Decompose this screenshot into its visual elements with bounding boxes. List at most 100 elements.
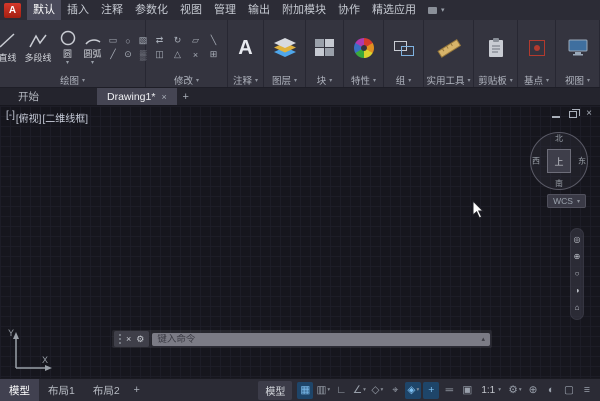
ribbon-tab-parametric[interactable]: 参数化 (129, 0, 174, 20)
ribbon-tab-featured-apps[interactable]: 精选应用 (366, 0, 422, 20)
panel-basepoint-title[interactable]: 基点 ▾ (518, 73, 555, 87)
panel-utilities-title[interactable]: 实用工具 ▾ (424, 73, 473, 87)
close-icon[interactable]: × (586, 109, 592, 119)
ribbon-tab-insert[interactable]: 插入 (61, 0, 95, 20)
new-drawing-button[interactable]: + (177, 88, 195, 105)
viewcube-south[interactable]: 南 (555, 178, 563, 189)
ribbon-tab-collaborate[interactable]: 协作 (332, 0, 366, 20)
panel-block-title[interactable]: 块 ▾ (306, 73, 343, 87)
panel-layers-title[interactable]: 图层 ▾ (264, 73, 305, 87)
drag-handle-icon[interactable] (119, 334, 121, 344)
isolate-objects-button[interactable]: ◐ (543, 382, 559, 399)
tab-drawing1[interactable]: Drawing1* × (97, 88, 177, 105)
orbit-icon[interactable]: ◑ (575, 287, 580, 295)
ribbon-tab-addins[interactable]: 附加模块 (276, 0, 332, 20)
selection-cycling-toggle[interactable]: ▣ (459, 382, 475, 399)
viewcube-east[interactable]: 东 (578, 156, 586, 167)
customize-wrench-icon[interactable]: ⚙ (136, 335, 144, 344)
copy-tool-icon[interactable]: ◫ (152, 49, 168, 61)
layout-tab-layout2[interactable]: 布局2 (84, 379, 129, 401)
close-icon[interactable]: × (126, 335, 131, 344)
trim-tool-icon[interactable]: ╲ (206, 35, 222, 47)
arc-button[interactable]: 圆弧 ▾ (82, 29, 104, 67)
zoom-icon[interactable]: ○ (575, 270, 580, 278)
showmotion-icon[interactable]: ⌂ (575, 304, 580, 312)
snap-mode-toggle[interactable]: ▥ ▾ (315, 382, 331, 399)
drawing-canvas[interactable]: [-] [俯视] [二维线框] × 北 南 西 东 上 WCS ▾ ◎ ⊕ ○ … (0, 106, 600, 378)
group-icon[interactable] (393, 38, 415, 57)
rectangle-tool-icon[interactable]: ▭ (107, 35, 120, 47)
wcs-menu[interactable]: WCS ▾ (547, 194, 586, 208)
clean-screen-button[interactable]: ▢ (561, 382, 577, 399)
ribbon-tab-manage[interactable]: 管理 (208, 0, 242, 20)
chevron-down-icon: ▾ (255, 77, 258, 84)
point-tool-icon[interactable]: ⊙ (122, 49, 135, 61)
viewcube-west[interactable]: 西 (532, 156, 540, 167)
layout-tab-layout1[interactable]: 布局1 (39, 379, 84, 401)
navigation-wheel-icon[interactable]: ◎ (574, 236, 581, 244)
panel-annotate-title[interactable]: 注释 ▾ (228, 73, 263, 87)
polar-tracking-toggle[interactable]: ∠ ▾ (351, 382, 367, 399)
grid-display-toggle[interactable]: ▦ (297, 382, 313, 399)
panel-draw-title[interactable]: 绘图 ▾ (0, 73, 145, 87)
polyline-button[interactable]: 多段线 (22, 31, 53, 65)
command-history-icon[interactable]: ▴ (481, 335, 485, 343)
mirror-tool-icon[interactable]: △ (170, 49, 186, 61)
ribbon-tab-output[interactable]: 输出 (242, 0, 276, 20)
text-tool-icon[interactable]: A (238, 37, 252, 59)
isometric-drafting-toggle[interactable]: ◇ ▾ (369, 382, 385, 399)
command-input[interactable] (157, 334, 481, 345)
block-icon[interactable] (314, 38, 335, 57)
close-icon[interactable]: × (161, 92, 166, 102)
clipboard-icon[interactable] (486, 37, 506, 58)
xline-tool-icon[interactable]: ╱ (107, 49, 120, 61)
app-logo[interactable]: A (4, 3, 21, 18)
customization-button[interactable]: ≡ (579, 382, 595, 399)
stretch-tool-icon[interactable]: ▱ (188, 35, 204, 47)
measure-ruler-icon[interactable] (437, 38, 461, 58)
layout-tab-model[interactable]: 模型 (0, 379, 39, 401)
pan-icon[interactable]: ⊕ (574, 253, 581, 261)
move-tool-icon[interactable]: ⇄ (152, 35, 168, 47)
panel-groups-title[interactable]: 组 ▾ (384, 73, 423, 87)
ellipse-tool-icon[interactable]: ○ (122, 35, 135, 47)
lineweight-toggle[interactable]: ═ (441, 382, 457, 399)
monitor-icon[interactable] (567, 38, 589, 57)
model-space-button[interactable]: 模型 (258, 381, 292, 400)
command-line[interactable]: × ⚙ ▴ (112, 330, 492, 348)
array-tool-icon[interactable]: ⊞ (206, 49, 222, 61)
basepoint-icon[interactable] (527, 38, 547, 58)
line-button[interactable]: 直线 (0, 31, 19, 65)
new-layout-button[interactable]: + (129, 379, 145, 401)
viewport-style-control[interactable]: [二维线框] (42, 110, 88, 125)
osnap-tracking-toggle[interactable]: ⌖ (387, 382, 403, 399)
panel-clipboard-title[interactable]: 剪贴板 ▾ (474, 73, 517, 87)
dynamic-input-toggle[interactable]: + (423, 382, 439, 399)
panel-view-title[interactable]: 视图 ▾ (556, 73, 599, 87)
tab-start[interactable]: 开始 (8, 88, 49, 105)
annotation-scale-button[interactable]: 1:1 ▾ (477, 385, 505, 396)
viewport-menu-control[interactable]: [-] (6, 110, 15, 125)
circle-button[interactable]: 圆 ▾ (57, 29, 79, 67)
color-wheel-icon[interactable] (354, 38, 374, 58)
object-snap-toggle[interactable]: ◈ ▾ (405, 382, 421, 399)
ribbon-tab-view[interactable]: 视图 (174, 0, 208, 20)
viewcube-top-face[interactable]: 上 (547, 149, 571, 173)
erase-tool-icon[interactable]: × (188, 49, 204, 61)
minimize-icon[interactable] (552, 116, 560, 118)
viewport-view-control[interactable]: [俯视] (16, 110, 42, 125)
annotation-monitor-button[interactable]: ⊕ (525, 382, 541, 399)
viewcube[interactable]: 北 南 西 东 上 (530, 132, 588, 190)
viewcube-north[interactable]: 北 (555, 133, 563, 144)
ribbon-tab-home[interactable]: 默认 (27, 0, 61, 20)
workspace-switching-button[interactable]: ⚙ ▾ (507, 382, 523, 399)
command-input-field[interactable]: ▴ (152, 333, 490, 346)
ribbon-options-dropdown[interactable]: ▾ (428, 6, 445, 14)
restore-icon[interactable] (569, 111, 577, 118)
panel-properties-title[interactable]: 特性 ▾ (344, 73, 383, 87)
ribbon-tab-annotate[interactable]: 注释 (95, 0, 129, 20)
ortho-mode-toggle[interactable]: ∟ (333, 382, 349, 399)
layers-icon[interactable] (272, 37, 298, 58)
rotate-tool-icon[interactable]: ↻ (170, 35, 186, 47)
panel-modify-title[interactable]: 修改 ▾ (146, 73, 227, 87)
